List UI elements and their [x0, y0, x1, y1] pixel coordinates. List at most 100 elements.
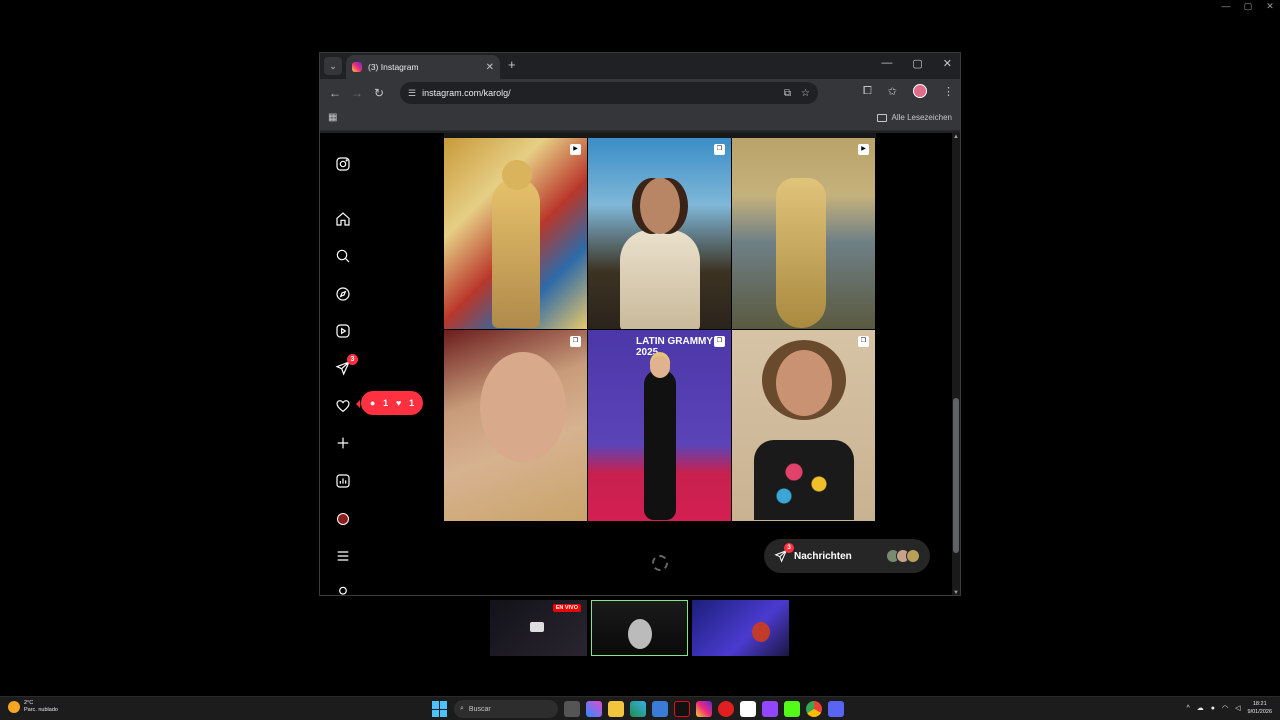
new-tab-button[interactable]: + [508, 57, 516, 72]
post-image [754, 440, 854, 520]
forward-icon[interactable]: → [346, 86, 368, 100]
tab-strip: ⌄ (3) Instagram ✕ + — ▢ ✕ [320, 53, 960, 79]
messages-button[interactable]: 3 Nachrichten [764, 539, 930, 573]
maximize-icon[interactable]: ▢ [1242, 0, 1254, 12]
page-scrollbar[interactable]: ▲ ▼ [952, 133, 960, 595]
search-icon[interactable] [334, 247, 352, 265]
volume-icon[interactable]: ◁ [1235, 704, 1240, 712]
cloud-icon[interactable]: ☁ [1197, 704, 1204, 712]
extensions-icon[interactable]: ⧠ [863, 85, 872, 98]
post-tile[interactable]: LATIN GRAMMY 2025 ❐ [588, 330, 731, 521]
direct-messages-icon: 3 [774, 543, 794, 563]
avatar [906, 549, 920, 563]
reel-icon: ▶ [858, 144, 869, 155]
tab-search-button[interactable]: ⌄ [324, 57, 342, 75]
taskbar-apps: ⌕ Buscar [432, 700, 844, 718]
post-tile[interactable]: ❐ [732, 330, 875, 521]
home-icon[interactable] [334, 210, 352, 228]
all-bookmarks-button[interactable]: Alle Lesezeichen [876, 113, 952, 122]
kick-icon[interactable] [784, 701, 800, 717]
stream-scene [752, 622, 770, 642]
explore-icon[interactable] [334, 285, 352, 303]
scrollbar-thumb[interactable] [953, 398, 959, 553]
edge-icon[interactable] [630, 701, 646, 717]
file-explorer-icon[interactable] [608, 701, 624, 717]
maximize-icon[interactable]: ▢ [912, 57, 922, 70]
post-image [640, 178, 680, 234]
wifi-icon[interactable]: ◠ [1222, 704, 1228, 712]
chrome-icon[interactable] [806, 701, 822, 717]
post-tile[interactable]: ▶ [444, 138, 587, 329]
tab-instagram[interactable]: (3) Instagram ✕ [346, 55, 500, 79]
reload-icon[interactable]: ↻ [368, 86, 390, 100]
browser-toolbar: ← → ↻ ☰ instagram.com/karolg/ ⧉ ☆ ⧠ ✩ ⋮ [320, 79, 960, 107]
tab-close-icon[interactable]: ✕ [486, 62, 494, 73]
amazon-icon[interactable] [740, 701, 756, 717]
activity-notification-pill[interactable]: ● 1 ♥ 1 [356, 391, 423, 415]
stream-thumbnail[interactable] [692, 600, 789, 656]
stream-thumbnail-selected[interactable] [591, 600, 688, 656]
chevron-up-icon[interactable]: ^ [1187, 705, 1190, 712]
twitch-icon[interactable] [762, 701, 778, 717]
close-icon[interactable]: ✕ [943, 57, 952, 70]
netflix-icon[interactable] [674, 701, 690, 717]
all-bookmarks-label: Alle Lesezeichen [891, 113, 952, 122]
profile-avatar[interactable] [913, 84, 927, 98]
minimize-icon[interactable]: — [881, 57, 892, 70]
url-text: instagram.com/karolg/ [422, 88, 511, 98]
carousel-icon: ❐ [570, 336, 581, 347]
instagram-icon[interactable] [696, 701, 712, 717]
weather-temp: 2°C [24, 700, 34, 706]
task-view-icon[interactable] [564, 701, 580, 717]
browser-window: ⌄ (3) Instagram ✕ + — ▢ ✕ ← → ↻ ☰ instag… [319, 52, 961, 596]
address-bar[interactable]: ☰ instagram.com/karolg/ ⧉ ☆ [400, 82, 818, 104]
like-icon: ♥ [395, 398, 402, 408]
microphone-icon[interactable]: ● [1211, 705, 1215, 712]
back-icon[interactable]: ← [324, 86, 346, 100]
store-icon[interactable] [652, 701, 668, 717]
install-app-icon[interactable]: ⧉ [784, 88, 791, 99]
create-icon[interactable] [334, 434, 352, 452]
windows-start-icon[interactable] [432, 701, 448, 717]
minimize-icon[interactable]: — [1220, 0, 1232, 12]
post-tile[interactable]: ❐ [444, 330, 587, 521]
clock-time: 18:21 [1252, 701, 1267, 707]
direct-messages-icon[interactable]: 3 [334, 354, 358, 377]
post-tile[interactable]: ▶ [732, 138, 875, 329]
youtube-icon[interactable] [718, 701, 734, 717]
instagram-logo-icon[interactable] [334, 155, 352, 173]
dashboard-icon[interactable] [334, 472, 352, 490]
weather-desc: Parc. nublado [24, 707, 58, 713]
copilot-icon[interactable] [586, 701, 602, 717]
search-icon: ⌕ [460, 705, 464, 712]
bookmarks-bar: ▦ Alle Lesezeichen [320, 107, 960, 131]
clock[interactable]: 18:21 9/01/2026 [1248, 700, 1272, 716]
weather-widget[interactable]: 2°C Parc. nublado [8, 700, 58, 714]
menu-icon[interactable]: ⋮ [943, 85, 954, 98]
like-count: 1 [409, 398, 415, 408]
weather-text: 2°C Parc. nublado [24, 700, 58, 714]
apps-grid-icon[interactable]: ▦ [328, 112, 337, 123]
post-image [644, 370, 676, 520]
post-tile[interactable]: ❐ [588, 138, 731, 329]
discord-icon[interactable] [828, 701, 844, 717]
search-label: Buscar [468, 705, 491, 713]
close-icon[interactable]: ✕ [1264, 0, 1276, 12]
scroll-down-icon[interactable]: ▼ [952, 590, 960, 595]
bookmark-star-icon[interactable]: ☆ [801, 88, 810, 99]
site-info-icon[interactable]: ☰ [408, 88, 416, 99]
threads-icon[interactable] [334, 583, 352, 595]
ig-sidebar: 3 [320, 133, 366, 595]
reels-icon[interactable] [334, 322, 352, 340]
profile-avatar-icon[interactable] [334, 510, 352, 528]
comment-icon: ● [369, 398, 376, 408]
carousel-icon: ❐ [714, 336, 725, 347]
notifications-heart-icon[interactable] [334, 397, 352, 415]
stream-thumbnail[interactable]: EN VIVO [490, 600, 587, 656]
bookmarks-icon[interactable]: ✩ [888, 85, 897, 98]
more-menu-icon[interactable] [334, 547, 352, 565]
system-tray: ^ ☁ ● ◠ ◁ 18:21 9/01/2026 [1187, 700, 1273, 716]
post-image [650, 356, 670, 378]
taskbar-search[interactable]: ⌕ Buscar [454, 700, 558, 718]
scroll-up-icon[interactable]: ▲ [952, 134, 960, 140]
